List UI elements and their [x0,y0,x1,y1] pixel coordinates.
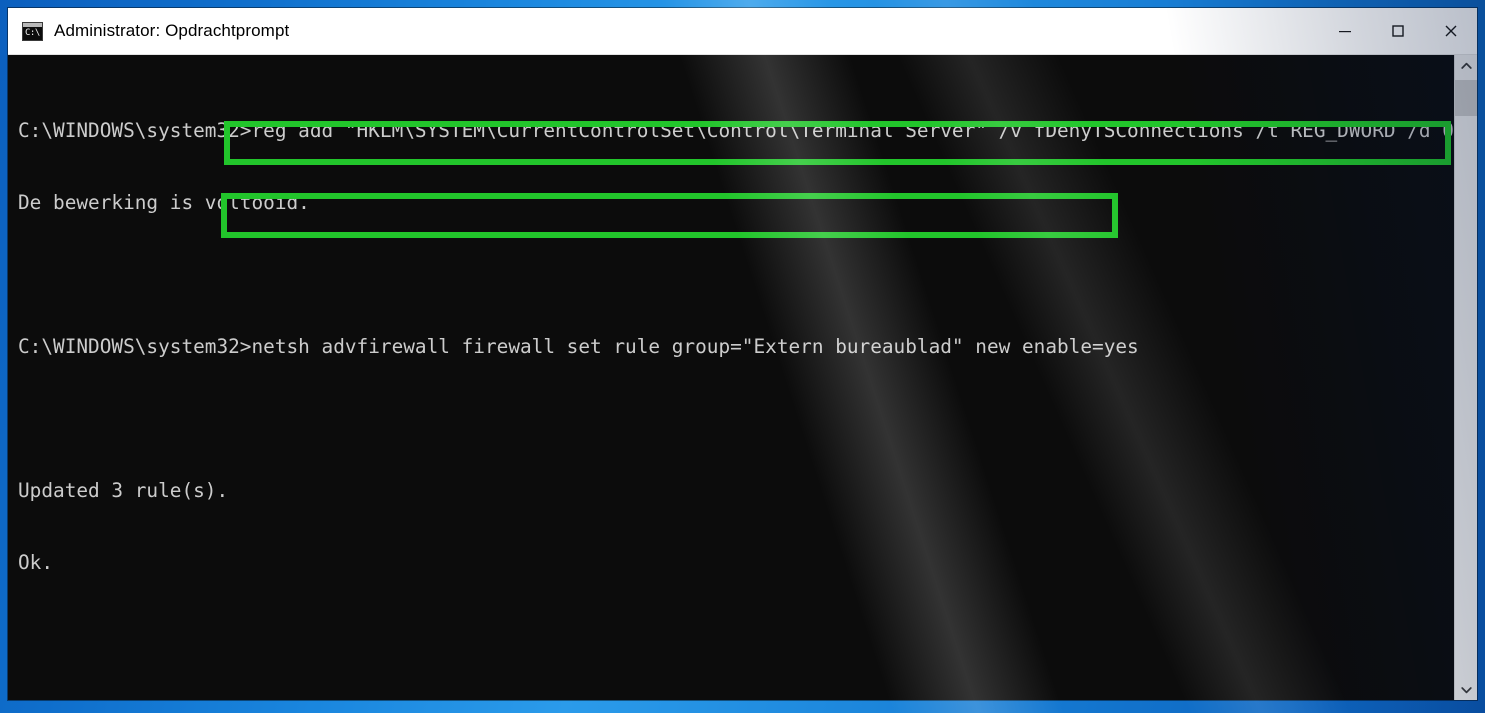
console-text: C:\WINDOWS\system32>reg add "HKLM\SYSTEM… [18,71,1454,700]
console-line: Updated 3 rule(s). [18,479,229,502]
title-bar-left: C:\ Administrator: Opdrachtprompt [8,21,1318,41]
window-title: Administrator: Opdrachtprompt [54,21,290,40]
caption-buttons [1318,8,1477,54]
cmd-icon-prompt-text: C:\ [25,27,40,38]
console-line: De bewerking is voltooid. [18,191,310,214]
console-screen[interactable]: C:\WINDOWS\system32>reg add "HKLM\SYSTEM… [8,55,1454,700]
scrollbar-thumb[interactable] [1455,80,1477,116]
scroll-up-arrow-icon[interactable] [1455,55,1477,76]
console-line: C:\WINDOWS\system32>reg add "HKLM\SYSTEM… [18,119,1454,142]
console-body: C:\WINDOWS\system32>reg add "HKLM\SYSTEM… [8,55,1477,700]
command-prompt-window: C:\ Administrator: Opdrachtprompt C:\WIN… [8,8,1477,700]
desktop-background: C:\ Administrator: Opdrachtprompt C:\WIN… [0,0,1485,713]
cmd-icon: C:\ [22,21,43,41]
scroll-down-arrow-icon[interactable] [1455,679,1477,700]
close-button[interactable] [1424,8,1477,54]
vertical-scrollbar[interactable] [1454,55,1477,700]
console-line: Ok. [18,551,54,574]
cmd-icon-titlebar [23,22,42,27]
minimize-button[interactable] [1318,8,1371,54]
maximize-button[interactable] [1371,8,1424,54]
scrollbar-track[interactable] [1455,76,1477,679]
window-title-bar[interactable]: C:\ Administrator: Opdrachtprompt [8,8,1477,55]
console-line: C:\WINDOWS\system32>netsh advfirewall fi… [18,335,1139,358]
